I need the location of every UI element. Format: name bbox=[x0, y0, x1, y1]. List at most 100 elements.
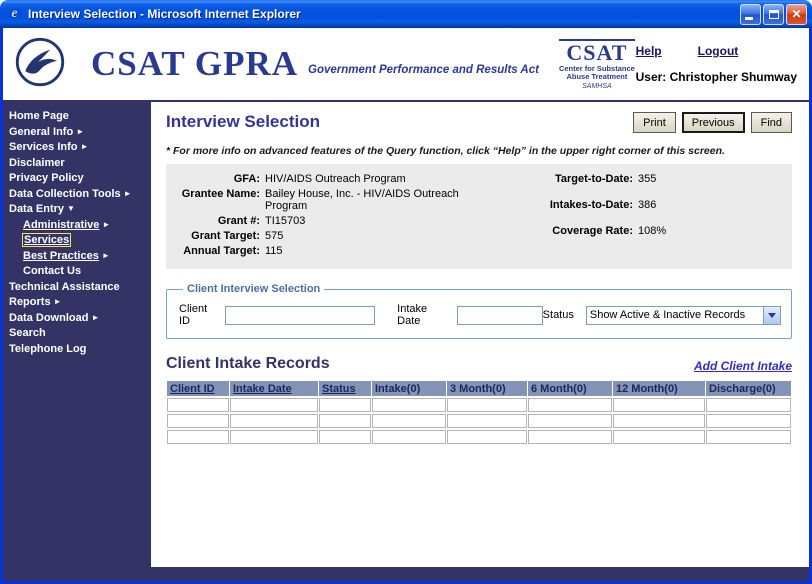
intake-date-label: Intake Date bbox=[397, 303, 451, 327]
csat-logo-name: CSAT bbox=[559, 39, 635, 64]
gfa-value: HIV/AIDS Outreach Program bbox=[265, 173, 461, 185]
column-header-6-month: 6 Month(0) bbox=[528, 381, 612, 396]
table-cell bbox=[528, 414, 612, 428]
grant-number-value: TI15703 bbox=[265, 215, 461, 227]
sidebar-item-administrative[interactable]: Administrative► bbox=[3, 218, 151, 234]
hhs-eagle-logo-icon bbox=[15, 37, 65, 92]
submenu-arrow-icon: ► bbox=[102, 220, 110, 229]
page-title: Interview Selection bbox=[166, 112, 320, 132]
column-header-intake: Intake(0) bbox=[372, 381, 446, 396]
print-button[interactable]: Print bbox=[633, 112, 676, 133]
sidebar-item-data-collection-tools[interactable]: Data Collection Tools► bbox=[3, 187, 151, 203]
submenu-arrow-icon: ► bbox=[54, 297, 62, 306]
table-cell bbox=[230, 430, 318, 444]
column-header-3-month: 3 Month(0) bbox=[447, 381, 527, 396]
close-icon: ✕ bbox=[791, 7, 801, 21]
column-header-discharge: Discharge(0) bbox=[706, 381, 791, 396]
main-content: Interview Selection Print Previous Find … bbox=[151, 102, 809, 567]
csat-logo: CSAT Center for Substance Abuse Treatmen… bbox=[559, 39, 635, 90]
table-cell bbox=[447, 430, 527, 444]
toolbar: Print Previous Find bbox=[633, 112, 792, 133]
intake-date-input[interactable] bbox=[457, 306, 543, 325]
find-button[interactable]: Find bbox=[751, 112, 792, 133]
titlebar: e Interview Selection - Microsoft Intern… bbox=[0, 0, 812, 28]
table-cell bbox=[230, 414, 318, 428]
table-cell bbox=[372, 414, 446, 428]
sidebar-item-services[interactable]: Services bbox=[3, 233, 151, 249]
column-header-client-id[interactable]: Client ID bbox=[167, 381, 229, 396]
csat-logo-line1: Center for Substance bbox=[559, 65, 635, 73]
annual-target-label: Annual Target: bbox=[172, 245, 260, 257]
brand-title: CSAT GPRA bbox=[91, 46, 298, 82]
column-header-status[interactable]: Status bbox=[319, 381, 371, 396]
table-cell bbox=[372, 398, 446, 412]
sidebar-item-reports[interactable]: Reports► bbox=[3, 295, 151, 311]
help-note: * For more info on advanced features of … bbox=[166, 145, 792, 157]
sidebar-item-data-entry[interactable]: Data Entry▼ bbox=[3, 202, 151, 218]
sidebar-item-privacy-policy[interactable]: Privacy Policy bbox=[3, 171, 151, 187]
intakes-to-date-value: 386 bbox=[638, 199, 708, 211]
client-interview-selection-fieldset: Client Interview Selection Client ID Int… bbox=[166, 283, 792, 339]
table-cell bbox=[528, 430, 612, 444]
brand-tagline: Government Performance and Results Act bbox=[308, 64, 539, 76]
sidebar-item-data-download[interactable]: Data Download► bbox=[3, 311, 151, 327]
table-cell bbox=[706, 430, 791, 444]
table-cell bbox=[706, 414, 791, 428]
logout-link[interactable]: Logout bbox=[698, 44, 739, 58]
table-cell bbox=[613, 430, 705, 444]
table-cell bbox=[319, 430, 371, 444]
status-select[interactable]: Show Active & Inactive Records bbox=[586, 306, 781, 325]
table-cell bbox=[319, 398, 371, 412]
coverage-rate-value: 108% bbox=[638, 225, 708, 237]
submenu-arrow-icon: ► bbox=[91, 313, 99, 322]
table-cell bbox=[372, 430, 446, 444]
submenu-arrow-icon: ► bbox=[80, 142, 88, 151]
grant-info-panel: GFA: HIV/AIDS Outreach Program Grantee N… bbox=[166, 164, 792, 269]
previous-button[interactable]: Previous bbox=[682, 112, 745, 133]
fieldset-legend: Client Interview Selection bbox=[183, 283, 324, 295]
table-cell bbox=[447, 398, 527, 412]
sidebar-item-best-practices[interactable]: Best Practices► bbox=[3, 249, 151, 265]
annual-target-value: 115 bbox=[265, 245, 461, 257]
close-button[interactable]: ✕ bbox=[786, 4, 807, 25]
client-intake-records-table: Client ID Intake Date Status Intake(0) 3… bbox=[166, 379, 792, 446]
chevron-down-icon bbox=[763, 307, 780, 324]
sidebar-item-disclaimer[interactable]: Disclaimer bbox=[3, 156, 151, 172]
sidebar-item-search[interactable]: Search bbox=[3, 326, 151, 342]
target-to-date-label: Target-to-Date: bbox=[537, 173, 633, 185]
minimize-button[interactable] bbox=[740, 4, 761, 25]
submenu-arrow-icon: ► bbox=[76, 127, 84, 136]
column-header-intake-date[interactable]: Intake Date bbox=[230, 381, 318, 396]
sidebar-item-services-info[interactable]: Services Info► bbox=[3, 140, 151, 156]
maximize-button[interactable] bbox=[763, 4, 784, 25]
gfa-label: GFA: bbox=[172, 173, 260, 185]
sidebar-item-contact-us[interactable]: Contact Us bbox=[3, 264, 151, 280]
logged-in-user: User: Christopher Shumway bbox=[636, 70, 797, 84]
submenu-arrow-icon: ► bbox=[102, 251, 110, 260]
sidebar-item-telephone-log[interactable]: Telephone Log bbox=[3, 342, 151, 358]
table-cell bbox=[528, 398, 612, 412]
table-cell bbox=[167, 430, 229, 444]
table-cell bbox=[167, 414, 229, 428]
table-header-row: Client ID Intake Date Status Intake(0) 3… bbox=[167, 381, 791, 396]
app-header: CSAT GPRA Government Performance and Res… bbox=[3, 28, 809, 102]
sidebar-nav: Home Page General Info► Services Info► D… bbox=[3, 102, 151, 567]
add-client-intake-link[interactable]: Add Client Intake bbox=[694, 359, 792, 373]
grantee-name-label: Grantee Name: bbox=[172, 188, 260, 212]
table-cell bbox=[613, 398, 705, 412]
sidebar-item-home-page[interactable]: Home Page bbox=[3, 109, 151, 125]
help-link[interactable]: Help bbox=[636, 44, 662, 58]
grantee-name-value: Bailey House, Inc. - HIV/AIDS Outreach P… bbox=[265, 188, 461, 212]
submenu-expanded-arrow-icon: ▼ bbox=[67, 204, 75, 213]
table-row bbox=[167, 430, 791, 444]
grant-number-label: Grant #: bbox=[172, 215, 260, 227]
sidebar-item-general-info[interactable]: General Info► bbox=[3, 125, 151, 141]
client-id-input[interactable] bbox=[225, 306, 375, 325]
table-cell bbox=[167, 398, 229, 412]
table-row bbox=[167, 398, 791, 412]
grant-target-label: Grant Target: bbox=[172, 230, 260, 242]
browser-window: e Interview Selection - Microsoft Intern… bbox=[0, 0, 812, 584]
table-cell bbox=[230, 398, 318, 412]
sidebar-item-technical-assistance[interactable]: Technical Assistance bbox=[3, 280, 151, 296]
window-title: Interview Selection - Microsoft Internet… bbox=[28, 7, 740, 21]
